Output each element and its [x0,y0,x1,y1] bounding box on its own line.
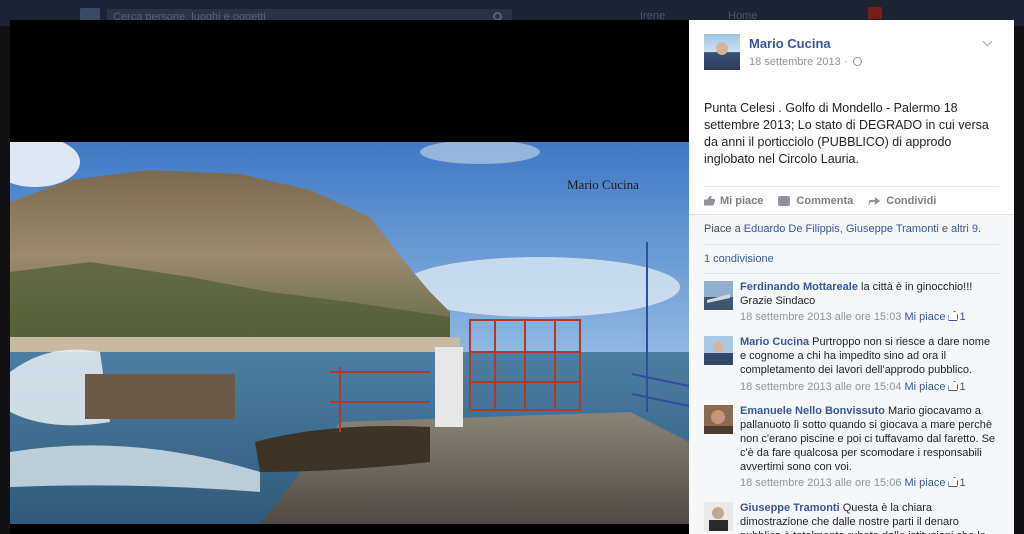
comment-meta: 18 settembre 2013 alle ore 15:04 Mi piac… [740,381,966,393]
share-button[interactable]: Condividi [868,195,936,207]
sign-post [435,347,463,427]
comment-like-button[interactable]: Mi piace [905,477,946,489]
comment-meta: 18 settembre 2013 alle ore 15:06 Mi piac… [740,477,966,489]
likes-and: e [938,223,952,235]
comment-meta: 18 settembre 2013 alle ore 15:03 Mi piac… [740,311,966,323]
comment-label: Commenta [796,194,854,207]
commenter-name[interactable]: Giuseppe Tramonti [740,502,840,514]
likes-prefix: Piace a [704,223,744,235]
divider [704,273,999,274]
comment-item: Giuseppe Tramonti Questa è la chiara dim… [704,502,999,534]
post-author-name[interactable]: Mario Cucina [749,36,831,51]
thumbs-up-icon [948,477,959,487]
comment-body: Ferdinando Mottareale la città è in gino… [740,280,998,308]
chevron-down-icon[interactable] [982,36,993,47]
commenter-name[interactable]: Ferdinando Mottareale [740,281,858,293]
comment-button[interactable]: Commenta [778,195,853,207]
thumbs-up-icon [704,195,715,206]
comment-body: Giuseppe Tramonti Questa è la chiara dim… [740,501,998,534]
comment-time[interactable]: 18 settembre 2013 alle ore 15:03 [740,311,901,323]
like-button[interactable]: Mi piace [704,195,763,207]
comment-like-count[interactable]: 1 [959,311,965,323]
old-jetty [85,374,235,419]
likes-summary: Piace a Eduardo De Filippis, Giuseppe Tr… [704,223,999,235]
comment-like-count[interactable]: 1 [959,477,965,489]
comment-like-count[interactable]: 1 [959,381,965,393]
comment-body: Mario Cucina Purtroppo non si riesce a d… [740,335,998,377]
post-actions: Mi piace Commenta Condividi [704,186,999,214]
post-timestamp[interactable]: 18 settembre 2013 · [749,56,862,68]
share-label: Condividi [886,194,937,207]
liker-link-1[interactable]: Eduardo De Filippis [744,223,840,235]
share-icon [868,197,881,206]
post-photo[interactable] [10,142,689,524]
notification-icon[interactable] [868,7,882,19]
commenter-name[interactable]: Mario Cucina [740,336,809,348]
comment-body: Emanuele Nello Bonvissuto Mario giocavam… [740,404,998,474]
avatar[interactable] [704,34,740,70]
globe-icon [852,57,862,66]
shares-count-link[interactable]: 1 condivisione [704,253,774,265]
liker-link-2[interactable]: Giuseppe Tramonti [846,223,939,235]
photo-watermark: Mario Cucina [567,177,639,192]
thumbs-up-icon [948,311,959,321]
comment-like-button[interactable]: Mi piace [905,311,946,323]
likes-others-link[interactable]: altri 9 [951,223,978,235]
comment-like-button[interactable]: Mi piace [905,381,946,393]
avatar[interactable] [704,336,733,365]
likes-end: . [977,223,982,235]
photo-viewer: Mario Cucina [10,20,689,534]
post-text: Punta Celesi . Golfo di Mondello - Paler… [704,101,989,166]
like-label: Mi piace [720,194,764,207]
divider [704,244,999,245]
comment-icon [778,195,791,206]
comment-item: Ferdinando Mottareale la città è in gino… [704,281,999,331]
feedback-section: Piace a Eduardo De Filippis, Giuseppe Tr… [689,214,1014,534]
avatar[interactable] [704,405,733,434]
thumbs-up-icon [948,381,959,391]
avatar[interactable] [704,502,733,531]
commenter-name[interactable]: Emanuele Nello Bonvissuto [740,405,885,417]
comment-time[interactable]: 18 settembre 2013 alle ore 15:06 [740,477,901,489]
comment-item: Mario Cucina Purtroppo non si riesce a d… [704,336,999,398]
post-sidebar: Mario Cucina 18 settembre 2013 · Punta C… [689,20,1014,534]
comment-item: Emanuele Nello Bonvissuto Mario giocavam… [704,405,999,495]
comment-time[interactable]: 18 settembre 2013 alle ore 15:04 [740,381,901,393]
avatar[interactable] [704,281,733,310]
post-date[interactable]: 18 settembre 2013 · [749,56,847,68]
